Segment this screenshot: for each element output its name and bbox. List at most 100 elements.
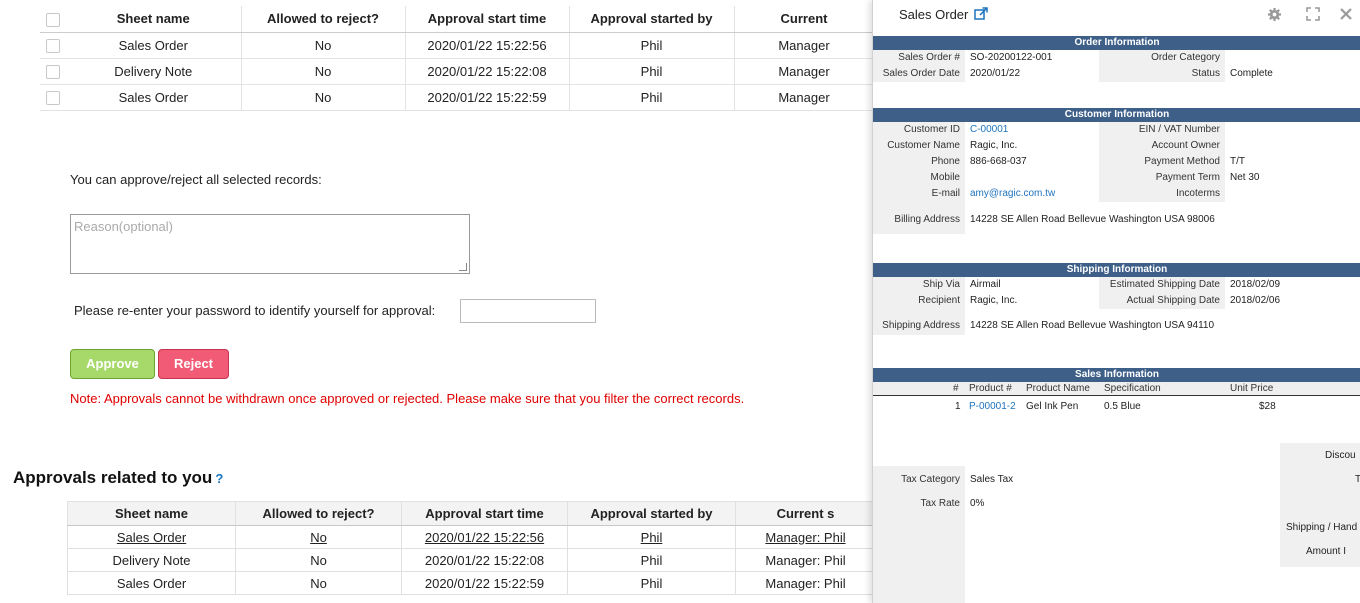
- table-row[interactable]: Sales Order No 2020/01/22 15:22:59 Phil …: [67, 571, 876, 595]
- ein-label: EIN / VAT Number: [1138, 124, 1220, 135]
- payment-method-label: Payment Method: [1144, 156, 1220, 167]
- row-checkbox[interactable]: [46, 38, 60, 53]
- incoterms-label: Incoterms: [1176, 188, 1220, 199]
- label-column-bg: [873, 466, 965, 603]
- tax-category-label: Tax Category: [901, 474, 960, 485]
- shipping-handling-label: Shipping / Hand: [1286, 522, 1358, 533]
- cell-allowed-reject: No: [241, 83, 406, 111]
- payment-method-value: T/T: [1230, 156, 1245, 167]
- row-checkbox[interactable]: [46, 90, 60, 105]
- password-input[interactable]: [460, 299, 596, 323]
- row-checkbox[interactable]: [46, 64, 60, 79]
- select-all-checkbox[interactable]: [46, 12, 60, 27]
- table-row[interactable]: Sales Order No 2020/01/22 15:22:56 Phil …: [40, 31, 875, 58]
- col-item-no: #: [953, 383, 959, 394]
- phone-value: 886-668-037: [970, 156, 1027, 167]
- mobile-label: Mobile: [930, 172, 960, 183]
- cell-allowed-reject-link[interactable]: No: [235, 525, 402, 549]
- product-name-value: Gel Ink Pen: [1026, 401, 1079, 412]
- recipient-value: Ragic, Inc.: [970, 295, 1018, 306]
- sales-order-date-value: 2020/01/22: [970, 68, 1021, 79]
- customer-id-link[interactable]: C-00001: [970, 124, 1008, 135]
- payment-term-value: Net 30: [1230, 172, 1260, 183]
- billing-address-label: Billing Address: [894, 214, 960, 225]
- cell-started-by: Phil: [567, 548, 736, 572]
- help-icon[interactable]: ?: [215, 471, 223, 486]
- approve-button[interactable]: Approve: [70, 349, 155, 379]
- sales-order-no-value: SO-20200122-001: [970, 52, 1053, 63]
- cell-sheet-name: Sales Order: [66, 83, 242, 111]
- billing-address-value: 14228 SE Allen Road Bellevue Washington …: [970, 214, 1215, 225]
- table-row[interactable]: Sales Order No 2020/01/22 15:22:56 Phil …: [67, 525, 876, 549]
- col-sheet-name[interactable]: Sheet name: [66, 6, 242, 33]
- related-approvals-title: Approvals related to you?: [13, 468, 223, 488]
- account-owner-label: Account Owner: [1151, 140, 1220, 151]
- cell-started-by: Phil: [569, 31, 735, 58]
- cell-started-by: Phil: [569, 57, 735, 84]
- row-checkbox-cell[interactable]: [40, 83, 66, 111]
- table-row[interactable]: Sales Order No 2020/01/22 15:22:59 Phil …: [40, 83, 875, 111]
- cell-current-status: Manager: Phil: [735, 548, 876, 572]
- resize-handle-icon[interactable]: [459, 263, 467, 271]
- shipping-address-value: 14228 SE Allen Road Bellevue Washington …: [970, 320, 1215, 331]
- reject-button[interactable]: Reject: [158, 349, 229, 379]
- cell-current-status: Manager: Phil: [735, 571, 876, 595]
- cell-approval-start-link[interactable]: 2020/01/22 15:22:56: [401, 525, 568, 549]
- col-sheet-name[interactable]: Sheet name: [67, 501, 236, 526]
- cell-current-status-link[interactable]: Manager: Phil: [735, 525, 876, 549]
- cell-started-by-link[interactable]: Phil: [567, 525, 736, 549]
- total-label: T: [1355, 474, 1360, 485]
- external-link-icon[interactable]: [974, 7, 988, 21]
- cell-approval-start: 2020/01/22 15:22:59: [401, 571, 568, 595]
- product-no-link[interactable]: P-00001-2: [969, 401, 1016, 412]
- shipping-address-label: Shipping Address: [882, 320, 960, 331]
- cell-allowed-reject: No: [235, 548, 402, 572]
- row-checkbox-cell[interactable]: [40, 57, 66, 84]
- col-allowed-reject[interactable]: Allowed to reject?: [241, 6, 406, 33]
- customer-information-header: Customer Information: [873, 108, 1360, 122]
- tax-rate-value: 0%: [970, 498, 985, 509]
- col-approval-started-by[interactable]: Approval started by: [567, 501, 736, 526]
- cell-approval-start: 2020/01/22 15:22:08: [401, 548, 568, 572]
- order-information-header: Order Information: [873, 36, 1360, 50]
- close-icon[interactable]: [1339, 7, 1353, 21]
- cell-started-by: Phil: [569, 83, 735, 111]
- cell-allowed-reject: No: [235, 571, 402, 595]
- actual-shipping-date-label: Actual Shipping Date: [1126, 295, 1220, 306]
- actual-shipping-date-value: 2018/02/06: [1230, 295, 1281, 306]
- table-row[interactable]: Delivery Note No 2020/01/22 15:22:08 Phi…: [67, 548, 876, 572]
- table-row[interactable]: Delivery Note No 2020/01/22 15:22:08 Phi…: [40, 57, 875, 84]
- table-header-row: Sheet name Allowed to reject? Approval s…: [40, 6, 875, 33]
- sales-information-header: Sales Information: [873, 368, 1360, 382]
- approve-all-intro: You can approve/reject all selected reco…: [70, 172, 322, 187]
- cell-sheet-name: Delivery Note: [66, 57, 242, 84]
- cell-approval-start: 2020/01/22 15:22:56: [405, 31, 570, 58]
- col-current-status[interactable]: Current s: [735, 501, 876, 526]
- email-link[interactable]: amy@ragic.com.tw: [970, 188, 1055, 199]
- unit-price-value: $28: [1259, 401, 1276, 412]
- cell-approval-start: 2020/01/22 15:22:08: [405, 57, 570, 84]
- tax-rate-label: Tax Rate: [920, 498, 960, 509]
- panel-title[interactable]: Sales Order: [899, 7, 988, 22]
- table-header-row: Sheet name Allowed to reject? Approval s…: [67, 501, 876, 526]
- related-approvals-title-text: Approvals related to you: [13, 468, 213, 487]
- item-no: 1: [955, 401, 961, 412]
- col-approval-start[interactable]: Approval start time: [401, 501, 568, 526]
- reason-textarea[interactable]: Reason(optional): [70, 214, 470, 274]
- ship-via-label: Ship Via: [922, 279, 960, 290]
- order-category-label: Order Category: [1151, 52, 1220, 63]
- col-approval-started-by[interactable]: Approval started by: [569, 6, 735, 33]
- fullscreen-icon[interactable]: [1306, 7, 1320, 21]
- select-all-cell[interactable]: [40, 6, 66, 33]
- cell-sheet-name: Sales Order: [67, 571, 236, 595]
- row-checkbox-cell[interactable]: [40, 31, 66, 58]
- gear-icon[interactable]: [1267, 7, 1282, 22]
- col-unit-price: Unit Price: [1230, 383, 1274, 394]
- col-allowed-reject[interactable]: Allowed to reject?: [235, 501, 402, 526]
- ship-via-value: Airmail: [970, 279, 1001, 290]
- cell-sheet-name-link[interactable]: Sales Order: [67, 525, 236, 549]
- col-current[interactable]: Current: [734, 6, 875, 33]
- col-product-no: Product #: [969, 383, 1012, 394]
- col-approval-start[interactable]: Approval start time: [405, 6, 570, 33]
- cell-started-by: Phil: [567, 571, 736, 595]
